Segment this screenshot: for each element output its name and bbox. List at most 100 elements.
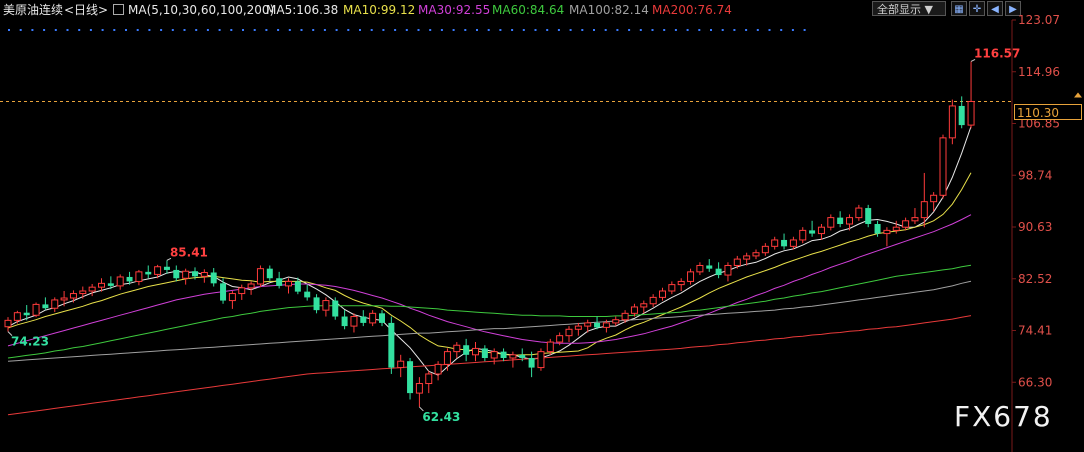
candle-body [107,283,114,286]
y-tick-label: 90.63 [1018,220,1052,234]
candle-body [874,224,881,234]
y-tick-label: 66.30 [1018,375,1052,389]
marker-dot [464,29,467,31]
candle-body [294,281,301,292]
candle-body [88,286,96,292]
annotation-label: 62.43 [422,410,460,424]
y-tick-label: 114.96 [1018,65,1060,79]
marker-dot [674,29,677,31]
candle-body [415,383,423,394]
candle-body [116,276,124,287]
annotation-label: 74.23 [11,335,49,349]
candle-body [612,319,620,324]
candle-body [360,316,367,323]
candle-body [472,347,479,356]
marker-dot [370,29,373,31]
ma-line-ma10 [7,172,972,356]
marker-dot [710,29,712,31]
candle-body [509,354,517,359]
candle-body [23,312,30,316]
candle-body [13,312,21,321]
marker-dot [803,29,806,31]
marker-dot [148,29,151,31]
candle-body [602,322,610,328]
candle-body [855,207,863,219]
marker-dot [66,29,69,31]
marker-dot [31,29,34,31]
marker-dot [125,29,127,31]
candle-body [519,354,526,359]
marker-dot [476,29,478,31]
marker-dot [43,29,46,31]
candle-body [238,287,246,295]
marker-dot [569,29,572,31]
marker-dot [698,29,701,31]
candle-body [247,283,255,289]
ma-line-ma100 [7,280,972,362]
candle-body [948,105,956,139]
marker-dot [686,29,689,31]
marker-dot [101,29,104,31]
ma-line-ma30 [7,214,972,347]
candle-body [649,296,657,305]
candlestick-chart[interactable]: 123.07114.96106.8598.7490.6382.5274.4166… [0,0,1084,452]
candle-body [79,290,87,295]
candle-body [911,217,919,222]
candle-body [958,105,965,126]
marker-dot [604,29,607,31]
candle-body [434,363,442,375]
candle-body [304,291,311,298]
candle-body [817,226,825,235]
candle-body [481,348,488,359]
marker-dot [242,29,244,31]
candle-body [715,268,722,276]
candle-body [135,271,143,282]
candle-body [463,345,470,355]
candle-body [276,278,283,286]
candle-body [865,208,872,225]
candle-body [4,319,12,328]
candle-body [500,351,507,359]
candle-body [640,303,648,308]
y-tick-label: 98.74 [1018,168,1052,182]
marker-dot [593,29,595,31]
candle-body [210,272,217,284]
marker-dot [557,29,560,31]
marker-dot [511,29,514,31]
marker-dot [230,29,233,31]
candle-body [827,217,835,228]
annotation-label: 85.41 [170,245,208,259]
candle-body [126,276,133,282]
annotation-label: 116.57 [974,46,1020,60]
candle-body [546,341,554,353]
candle-body [967,100,975,126]
marker-dot [417,29,420,31]
candle-body [668,284,676,292]
candle-body [350,316,358,327]
marker-dot [452,29,455,31]
candle-body [556,335,564,343]
candle-body [145,271,152,275]
marker-dot [288,29,291,31]
marker-dot [359,29,361,31]
marker-dot [183,29,186,31]
candle-body [313,297,320,311]
marker-dot [745,29,748,31]
y-tick-label: 123.07 [1018,13,1060,27]
candle-body [687,271,695,282]
marker-dot [581,29,584,31]
candle-body [228,293,236,302]
marker-dot [440,29,443,31]
marker-dot [206,29,209,31]
candle-body [42,304,49,309]
candle-body [837,217,844,225]
candle-body [809,230,816,234]
candle-body [846,217,853,225]
marker-dot [651,29,654,31]
candle-body [182,270,190,279]
marker-dot [171,29,174,31]
marker-dot [663,29,666,31]
candle-body [584,322,592,327]
marker-dot [522,29,525,31]
candle-body [892,226,900,231]
